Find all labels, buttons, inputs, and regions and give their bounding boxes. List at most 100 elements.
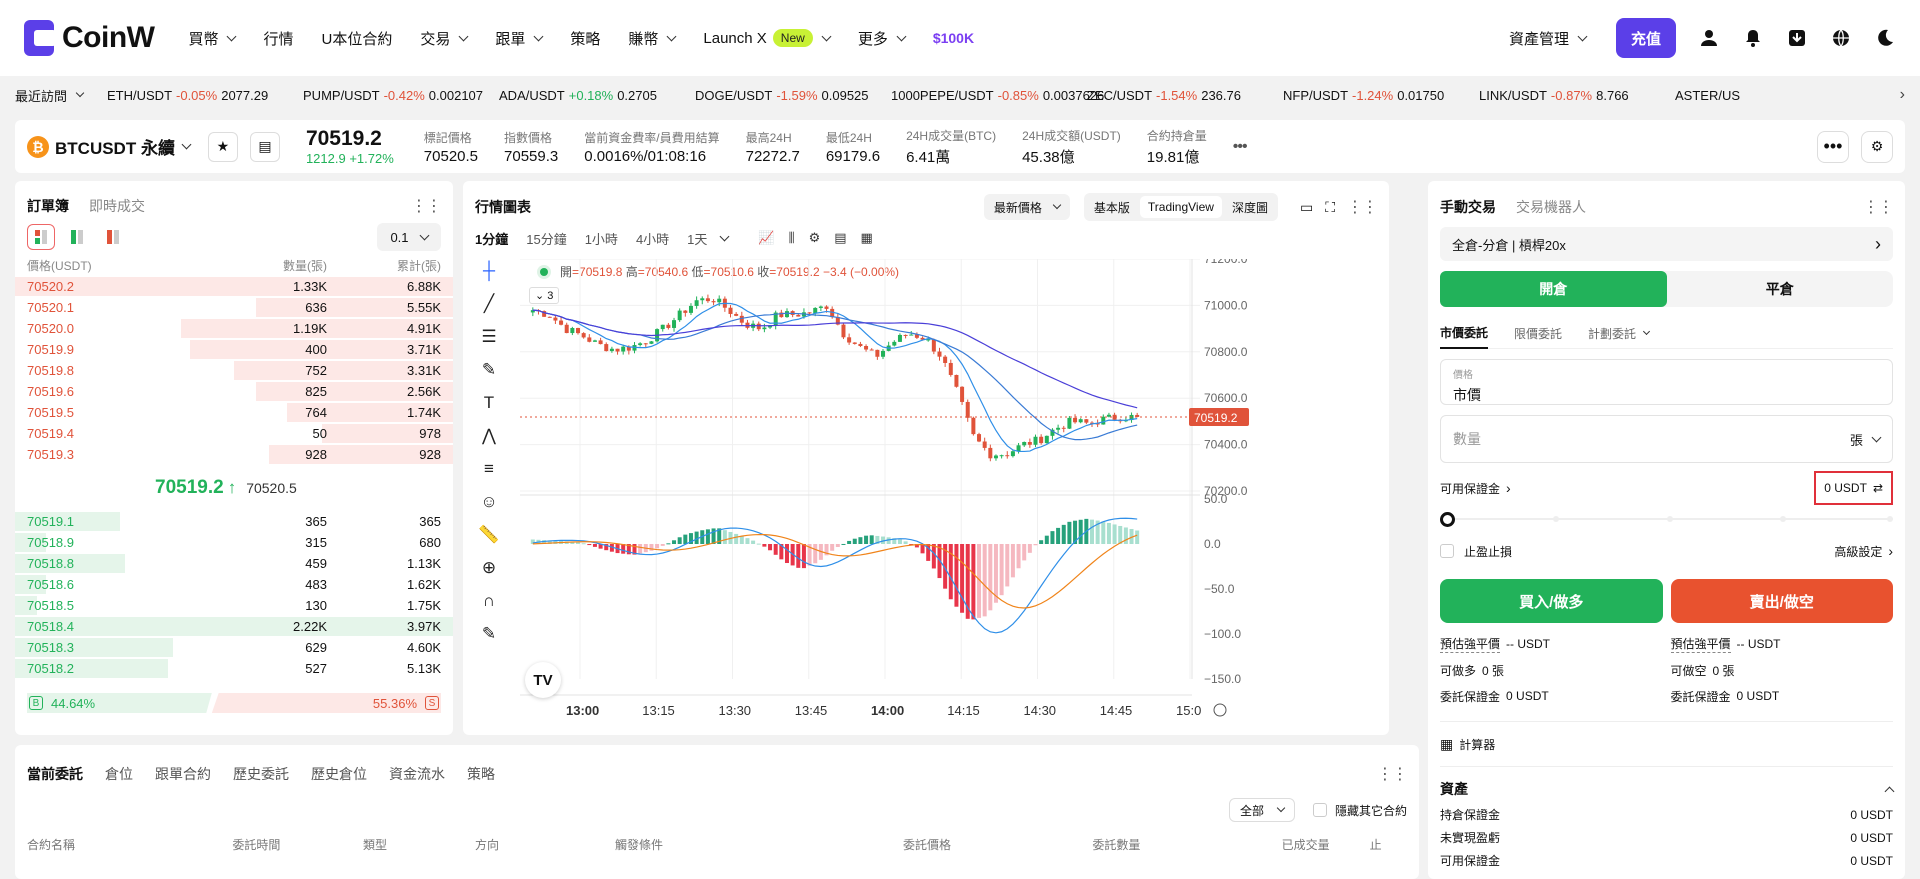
- interval-option[interactable]: 1天: [687, 229, 707, 248]
- orders-tab[interactable]: 歷史倉位: [311, 764, 367, 784]
- chart-settings-icon[interactable]: ⚙: [809, 230, 821, 246]
- settings-gear-icon[interactable]: ⚙: [1861, 130, 1893, 163]
- chevron-down-icon[interactable]: [719, 231, 730, 241]
- chevron-down-icon[interactable]: [181, 139, 192, 150]
- chevron-right-icon[interactable]: ›: [1900, 86, 1905, 104]
- sell-short-button[interactable]: 賣出/做空: [1670, 579, 1893, 623]
- trendline-icon[interactable]: ╱: [484, 294, 494, 314]
- nav-item-1[interactable]: 行情: [263, 28, 293, 49]
- view-option[interactable]: TradingView: [1139, 196, 1222, 218]
- ticker-item[interactable]: ADA/USDT +0.18% 0.2705: [499, 88, 695, 103]
- horizontal-lines-icon[interactable]: ☰: [481, 327, 496, 347]
- orderbook-row[interactable]: 70519.1 365 365: [15, 511, 453, 532]
- orders-tab[interactable]: 歷史委託: [233, 764, 289, 784]
- fib-icon[interactable]: ≡: [484, 459, 494, 479]
- price-field[interactable]: 價格 市價: [1440, 359, 1893, 405]
- tpsl-checkbox[interactable]: [1440, 544, 1454, 558]
- promo-link[interactable]: $100K: [933, 30, 974, 46]
- dark-mode-icon[interactable]: [1874, 27, 1896, 49]
- interval-option[interactable]: 1分鐘: [475, 229, 508, 248]
- pattern-icon[interactable]: ⋀: [482, 426, 496, 446]
- orderbook-row[interactable]: 70518.8 459 1.13K: [15, 553, 453, 574]
- available-margin-box[interactable]: 0 USDT ⇄: [1814, 471, 1893, 505]
- ticker-item[interactable]: NFP/USDT -1.24% 0.01750: [1283, 88, 1479, 103]
- magnet-icon[interactable]: ∩: [483, 591, 495, 611]
- nav-item-6[interactable]: 賺幣: [628, 28, 677, 49]
- quantity-slider[interactable]: [1440, 509, 1893, 529]
- candle-type-icon[interactable]: ⫼: [789, 230, 795, 246]
- orders-tab[interactable]: 倉位: [105, 764, 133, 784]
- emoji-icon[interactable]: ☺: [480, 492, 497, 512]
- orderbook-row[interactable]: 70520.1 636 5.55K: [15, 297, 453, 318]
- chevron-down-icon[interactable]: [1871, 432, 1882, 442]
- drag-handle-icon[interactable]: ⋮⋮: [1377, 764, 1408, 784]
- hide-other-checkbox[interactable]: [1312, 803, 1327, 817]
- transfer-icon[interactable]: ⇄: [1873, 481, 1883, 495]
- orderbook-row[interactable]: 70519.5 764 1.74K: [15, 402, 453, 423]
- nav-item-3[interactable]: 交易: [420, 28, 469, 49]
- slider-step[interactable]: [1779, 516, 1786, 522]
- calendar-icon[interactable]: ▦: [861, 230, 873, 246]
- contract-info-icon[interactable]: ▤: [249, 131, 280, 162]
- recent-visits-menu[interactable]: 最近訪問: [15, 86, 85, 105]
- order-type-tab[interactable]: 市價委託: [1440, 319, 1489, 349]
- ticker-item[interactable]: ETH/USDT -0.05% 2077.29: [107, 88, 303, 103]
- orderbook-row[interactable]: 70520.0 1.19K 4.91K: [15, 318, 453, 339]
- open-position-tab[interactable]: 開倉: [1440, 271, 1667, 307]
- slider-step[interactable]: [1553, 516, 1560, 522]
- slider-step[interactable]: [1666, 516, 1673, 522]
- more-stats-icon[interactable]: •••: [1233, 138, 1248, 156]
- tab-manual-trade[interactable]: 手動交易: [1440, 197, 1496, 217]
- order-type-tab[interactable]: 計劃委託: [1588, 319, 1651, 349]
- brush-icon[interactable]: ✎: [482, 360, 496, 380]
- lock-icon[interactable]: ✎: [482, 624, 496, 644]
- drag-handle-icon[interactable]: ⋮⋮: [411, 196, 442, 216]
- download-icon[interactable]: [1786, 27, 1808, 49]
- nav-item-0[interactable]: 買幣: [188, 28, 237, 49]
- orderbook-row[interactable]: 70518.3 629 4.60K: [15, 637, 453, 658]
- calculator-link[interactable]: ▦ 計算器: [1440, 734, 1893, 754]
- orderbook-row[interactable]: 70519.9 400 3.71K: [15, 339, 453, 360]
- assets-header[interactable]: 資產: [1440, 777, 1895, 801]
- orderbook-row[interactable]: 70519.3 928 928: [15, 444, 453, 465]
- tab-trading-bot[interactable]: 交易機器人: [1516, 197, 1586, 217]
- filter-select[interactable]: 全部: [1228, 798, 1295, 822]
- buy-long-button[interactable]: 買入/做多: [1440, 579, 1663, 623]
- zoom-in-icon[interactable]: ⊕: [482, 558, 496, 578]
- ticker-item[interactable]: ASTER/US: [1675, 88, 1871, 103]
- favorite-star-icon[interactable]: ★: [207, 131, 238, 162]
- order-type-tab[interactable]: 限價委託: [1514, 319, 1562, 349]
- orderbook-row[interactable]: 70518.2 527 5.13K: [15, 658, 453, 679]
- orderbook-row[interactable]: 70519.8 752 3.31K: [15, 360, 453, 381]
- globe-icon[interactable]: [1830, 27, 1852, 49]
- ticker-item[interactable]: PUMP/USDT -0.42% 0.002107: [303, 88, 499, 103]
- quantity-field[interactable]: 數量 張: [1440, 415, 1893, 463]
- price-type-select[interactable]: 最新價格: [983, 194, 1070, 220]
- close-position-tab[interactable]: 平倉: [1667, 271, 1894, 307]
- orderbook-row[interactable]: 70518.9 315 680: [15, 532, 453, 553]
- view-asks-icon[interactable]: [99, 224, 127, 250]
- nav-item-2[interactable]: U本位合約: [322, 28, 393, 49]
- tab-recent-trades[interactable]: 即時成交: [89, 196, 145, 216]
- margin-mode-selector[interactable]: 全倉-分倉 | 槓桿20x ›: [1440, 227, 1893, 261]
- drag-handle-icon[interactable]: ⋮⋮: [1863, 197, 1894, 217]
- asset-management-menu[interactable]: 資產管理: [1509, 28, 1588, 49]
- ticker-item[interactable]: ZEC/USDT -1.54% 236.76: [1087, 88, 1283, 103]
- orderbook-row[interactable]: 70518.5 130 1.75K: [15, 595, 453, 616]
- view-both-icon[interactable]: [27, 224, 55, 250]
- price-chart[interactable]: 71200.071000.070800.070600.070400.070200…: [520, 259, 1380, 735]
- orderbook-row[interactable]: 70520.2 1.33K 6.88K: [15, 276, 453, 297]
- ticker-item[interactable]: 1000PEPE/USDT -0.85% 0.0037626: [891, 88, 1104, 103]
- orders-tab[interactable]: 當前委託: [27, 764, 83, 784]
- logo[interactable]: CoinW: [24, 20, 155, 56]
- nav-item-4[interactable]: 跟單: [495, 28, 544, 49]
- interval-option[interactable]: 1小時: [585, 229, 618, 248]
- template-icon[interactable]: ▤: [834, 230, 846, 246]
- ticker-item[interactable]: LINK/USDT -0.87% 8.766: [1479, 88, 1675, 103]
- orders-tab[interactable]: 資金流水: [389, 764, 445, 784]
- ruler-icon[interactable]: 📏: [478, 525, 499, 545]
- orders-tab[interactable]: 策略: [467, 764, 495, 784]
- indicator-icon[interactable]: 📈: [758, 230, 774, 246]
- interval-option[interactable]: 4小時: [636, 229, 669, 248]
- tab-orderbook[interactable]: 訂單簿: [27, 196, 69, 216]
